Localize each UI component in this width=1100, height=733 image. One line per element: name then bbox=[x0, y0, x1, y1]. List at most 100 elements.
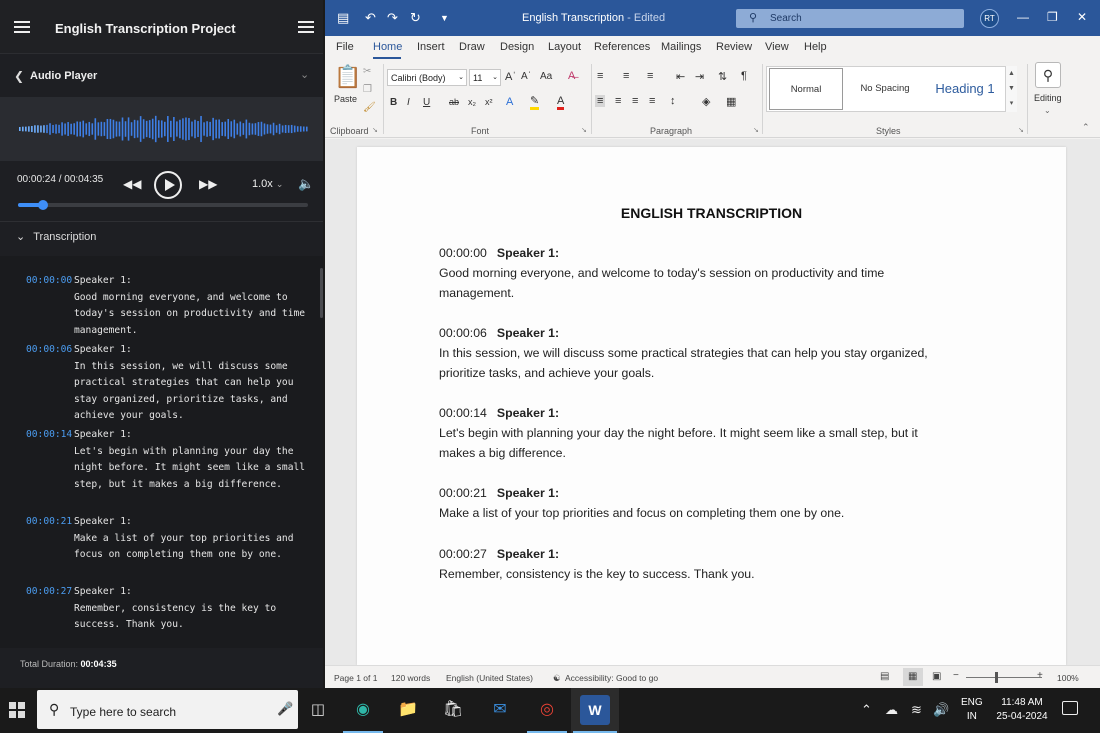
tab-references[interactable]: References bbox=[594, 41, 650, 53]
edge-icon[interactable]: ◉ bbox=[348, 695, 378, 725]
change-case-icon[interactable]: Aa bbox=[540, 71, 552, 82]
refresh-icon[interactable]: ↻ bbox=[410, 10, 421, 26]
word-count[interactable]: 120 words bbox=[391, 673, 430, 683]
dialog-launcher-icon[interactable]: ↘ bbox=[581, 126, 587, 134]
multilevel-list-icon[interactable]: ≡ bbox=[647, 70, 653, 82]
chevron-down-icon[interactable]: ⌄ bbox=[300, 68, 309, 81]
fast-forward-icon[interactable]: ▶▶ bbox=[199, 177, 217, 191]
chevron-down-icon[interactable]: ▼ bbox=[1006, 81, 1017, 96]
style-heading-1[interactable]: Heading 1 bbox=[925, 67, 1005, 111]
dialog-launcher-icon[interactable]: ↘ bbox=[1018, 126, 1024, 134]
editing-button[interactable]: Editing bbox=[1034, 93, 1062, 103]
focus-mode-icon[interactable]: ▤ bbox=[880, 671, 889, 682]
task-view-icon[interactable]: ◫ bbox=[303, 695, 333, 725]
zoom-level[interactable]: 100% bbox=[1057, 673, 1079, 683]
borders-icon[interactable]: ▦ bbox=[726, 95, 736, 108]
restore-icon[interactable]: ❐ bbox=[1047, 10, 1058, 24]
timestamp-link[interactable]: 00:00:00 bbox=[26, 273, 72, 290]
style-no-spacing[interactable]: No Spacing bbox=[845, 67, 925, 111]
timestamp-link[interactable]: 00:00:27 bbox=[26, 584, 72, 601]
shading-icon[interactable]: ◈ bbox=[702, 95, 710, 108]
subscript-icon[interactable]: x₂ bbox=[468, 97, 476, 107]
transcription-list[interactable]: 00:00:00 Speaker 1: Good morning everyon… bbox=[0, 256, 323, 648]
redo-icon[interactable]: ↷ bbox=[387, 10, 398, 26]
language-indicator[interactable]: ENG IN bbox=[961, 696, 983, 724]
tab-draw[interactable]: Draw bbox=[459, 41, 485, 53]
collapse-ribbon-icon[interactable]: ⌃ bbox=[1082, 122, 1090, 133]
paste-label[interactable]: Paste bbox=[334, 94, 357, 104]
styles-gallery[interactable]: Normal No Spacing Heading 1 bbox=[766, 66, 1016, 112]
italic-icon[interactable]: I bbox=[407, 97, 410, 108]
rewind-icon[interactable]: ◀◀ bbox=[123, 177, 141, 191]
minimize-icon[interactable]: — bbox=[1017, 10, 1029, 24]
zoom-out-icon[interactable]: − bbox=[953, 670, 959, 681]
chevron-up-icon[interactable]: ▲ bbox=[1006, 66, 1017, 81]
accessibility-status[interactable]: Accessibility: Good to go bbox=[565, 673, 658, 683]
increase-indent-icon[interactable]: ⇥ bbox=[695, 70, 704, 83]
font-name-select[interactable]: Calibri (Body) ⌄ bbox=[387, 69, 467, 86]
word-search-box[interactable]: ⚲ Search bbox=[736, 9, 964, 28]
chevron-down-icon[interactable]: ⌄ bbox=[1044, 106, 1051, 115]
shrink-font-icon[interactable]: Aˈ bbox=[521, 71, 531, 82]
mail-icon[interactable]: ✉ bbox=[485, 695, 515, 725]
tab-review[interactable]: Review bbox=[716, 41, 752, 53]
chrome-icon[interactable]: ◎ bbox=[532, 695, 562, 725]
zoom-slider[interactable] bbox=[966, 677, 1042, 678]
layout-icon[interactable]: ▤ bbox=[337, 10, 349, 26]
microphone-icon[interactable]: 🎤 bbox=[277, 701, 293, 717]
store-icon[interactable]: 🛍 bbox=[438, 695, 468, 725]
volume-icon[interactable]: 🔊 bbox=[933, 702, 949, 718]
taskbar-search[interactable]: ⚲ Type here to search 🎤 bbox=[37, 690, 298, 729]
grow-font-icon[interactable]: Aˈ bbox=[505, 71, 516, 83]
numbering-icon[interactable]: ≡ bbox=[623, 70, 629, 82]
audio-player-header[interactable]: ❮ Audio Player ⌄ bbox=[0, 60, 323, 92]
windows-start-icon[interactable] bbox=[9, 702, 25, 718]
document-canvas[interactable]: ENGLISH TRANSCRIPTION 00:00:00 Speaker 1:… bbox=[325, 139, 1100, 665]
highlight-icon[interactable]: ✎ bbox=[530, 96, 540, 110]
tab-view[interactable]: View bbox=[765, 41, 789, 53]
clock[interactable]: 11:48 AM 25-04-2024 bbox=[993, 696, 1051, 724]
tab-mailings[interactable]: Mailings bbox=[661, 41, 701, 53]
align-center-icon[interactable]: ≡ bbox=[615, 95, 621, 107]
timestamp-link[interactable]: 00:00:21 bbox=[26, 514, 72, 531]
paste-icon[interactable]: 📋 bbox=[334, 64, 361, 90]
volume-icon[interactable]: 🔈 bbox=[298, 176, 314, 192]
transcription-section-header[interactable]: ⌄ Transcription bbox=[16, 230, 96, 243]
notification-icon[interactable] bbox=[1062, 701, 1078, 715]
timestamp-link[interactable]: 00:00:06 bbox=[26, 342, 72, 359]
tab-help[interactable]: Help bbox=[804, 41, 827, 53]
playback-speed-select[interactable]: 1.0x ⌄ bbox=[252, 178, 283, 190]
text-effects-icon[interactable]: A bbox=[506, 96, 513, 108]
undo-icon[interactable]: ↶ bbox=[365, 10, 376, 26]
style-normal[interactable]: Normal bbox=[769, 68, 843, 110]
tab-layout[interactable]: Layout bbox=[548, 41, 581, 53]
copy-icon[interactable]: ❐ bbox=[363, 84, 372, 95]
font-color-icon[interactable]: A bbox=[557, 96, 565, 110]
line-spacing-icon[interactable]: ↕ bbox=[670, 95, 676, 107]
transcription-scrollbar[interactable] bbox=[320, 268, 323, 318]
web-layout-icon[interactable]: ▣ bbox=[932, 671, 941, 682]
print-layout-icon[interactable]: ▦ bbox=[903, 668, 923, 686]
timestamp-link[interactable]: 00:00:14 bbox=[26, 427, 72, 444]
format-painter-icon[interactable]: 🖌 bbox=[363, 102, 376, 113]
align-right-icon[interactable]: ≡ bbox=[632, 95, 638, 107]
zoom-in-icon[interactable]: + bbox=[1037, 670, 1043, 681]
zoom-slider-handle[interactable] bbox=[995, 672, 998, 683]
chevron-left-icon[interactable]: ❮ bbox=[14, 69, 24, 83]
audio-waveform[interactable] bbox=[18, 105, 308, 153]
strikethrough-icon[interactable]: ab bbox=[449, 97, 459, 107]
document-page[interactable]: ENGLISH TRANSCRIPTION 00:00:00 Speaker 1:… bbox=[357, 147, 1066, 665]
onedrive-icon[interactable]: ☁ bbox=[885, 702, 898, 718]
sort-icon[interactable]: ⇅ bbox=[718, 70, 727, 83]
close-icon[interactable]: ✕ bbox=[1077, 10, 1087, 24]
bold-icon[interactable]: B bbox=[390, 97, 397, 108]
cut-icon[interactable]: ✂ bbox=[363, 66, 371, 77]
tab-home[interactable]: Home bbox=[373, 41, 402, 53]
avatar[interactable]: RT bbox=[980, 9, 999, 28]
underline-icon[interactable]: U bbox=[423, 97, 430, 108]
font-size-select[interactable]: 11 ⌄ bbox=[469, 69, 501, 86]
progress-handle[interactable] bbox=[38, 200, 49, 210]
accessibility-icon[interactable]: ☯ bbox=[553, 673, 561, 684]
play-button[interactable] bbox=[154, 171, 182, 199]
waveform-panel[interactable] bbox=[0, 97, 323, 161]
